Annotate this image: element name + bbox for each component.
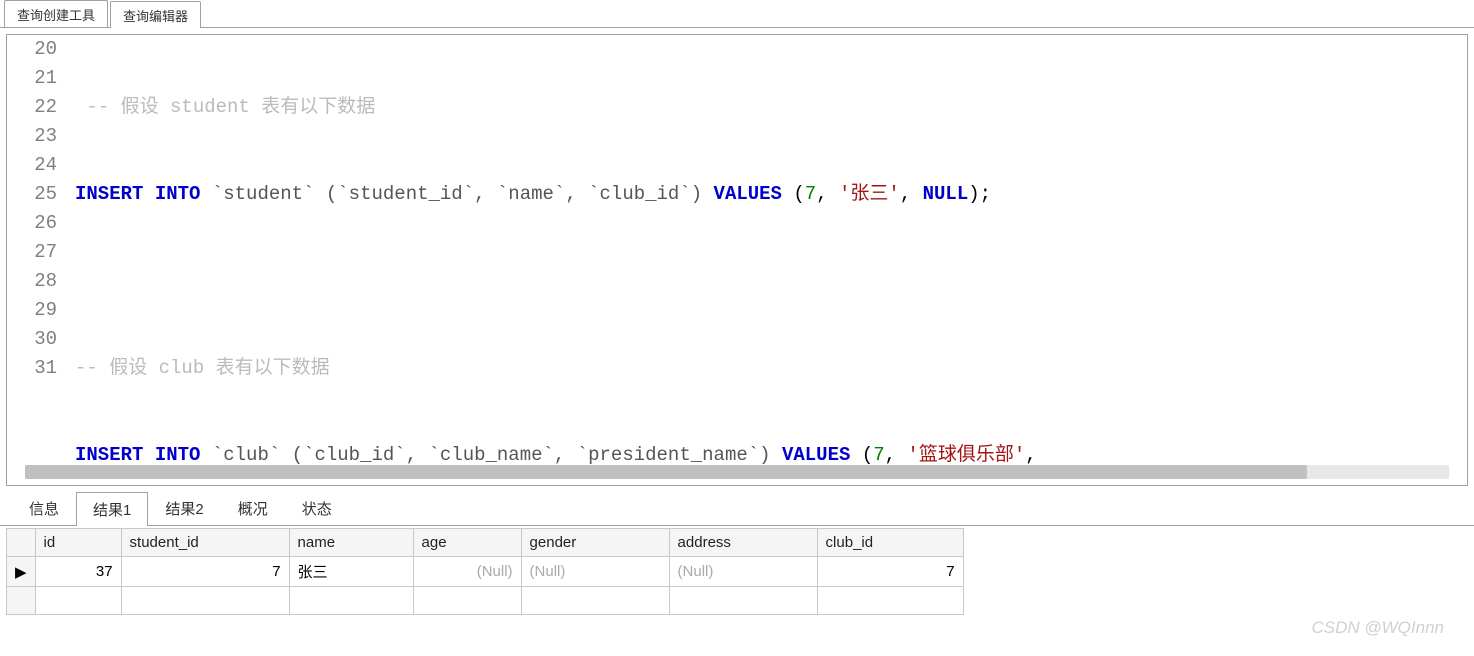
sql-editor-panel: 20 21 22 23 24 25 26 27 28 29 30 31 -- 假… — [6, 34, 1468, 486]
watermark: CSDN @WQInnn — [1311, 618, 1444, 638]
tab-result-1[interactable]: 结果1 — [76, 492, 148, 526]
top-tab-bar: 查询创建工具 查询编辑器 — [0, 0, 1474, 28]
current-row-icon: ▶ — [7, 557, 36, 587]
cell-id[interactable]: 37 — [35, 557, 121, 587]
col-club-id[interactable]: club_id — [817, 529, 963, 557]
tab-result-2[interactable]: 结果2 — [148, 491, 220, 525]
line-gutter: 20 21 22 23 24 25 26 27 28 29 30 31 — [7, 35, 67, 485]
cell-club-id[interactable]: 7 — [817, 557, 963, 587]
sql-editor[interactable]: 20 21 22 23 24 25 26 27 28 29 30 31 -- 假… — [7, 35, 1467, 485]
grid-header-row: id student_id name age gender address cl… — [7, 529, 964, 557]
cell-student-id[interactable]: 7 — [121, 557, 289, 587]
row-selector-header — [7, 529, 36, 557]
tab-info[interactable]: 信息 — [12, 491, 76, 525]
col-address[interactable]: address — [669, 529, 817, 557]
cell-gender[interactable]: (Null) — [521, 557, 669, 587]
result-tab-bar: 信息 结果1 结果2 概况 状态 — [0, 492, 1474, 526]
cell-address[interactable]: (Null) — [669, 557, 817, 587]
tab-query-editor[interactable]: 查询编辑器 — [110, 1, 201, 28]
col-gender[interactable]: gender — [521, 529, 669, 557]
col-age[interactable]: age — [413, 529, 521, 557]
col-id[interactable]: id — [35, 529, 121, 557]
result-grid[interactable]: id student_id name age gender address cl… — [6, 528, 964, 615]
col-name[interactable]: name — [289, 529, 413, 557]
cell-name[interactable]: 张三 — [289, 557, 413, 587]
table-row[interactable]: ▶ 37 7 张三 (Null) (Null) (Null) 7 — [7, 557, 964, 587]
col-student-id[interactable]: student_id — [121, 529, 289, 557]
table-row[interactable] — [7, 587, 964, 615]
tab-status[interactable]: 状态 — [285, 491, 349, 525]
tab-profile[interactable]: 概况 — [221, 491, 285, 525]
scrollbar-thumb[interactable] — [25, 465, 1307, 479]
tab-query-builder[interactable]: 查询创建工具 — [4, 0, 108, 27]
code-area[interactable]: -- 假设 student 表有以下数据 INSERT INTO `studen… — [67, 35, 1467, 485]
row-selector — [7, 587, 36, 615]
cell-age[interactable]: (Null) — [413, 557, 521, 587]
horizontal-scrollbar[interactable] — [25, 465, 1449, 479]
